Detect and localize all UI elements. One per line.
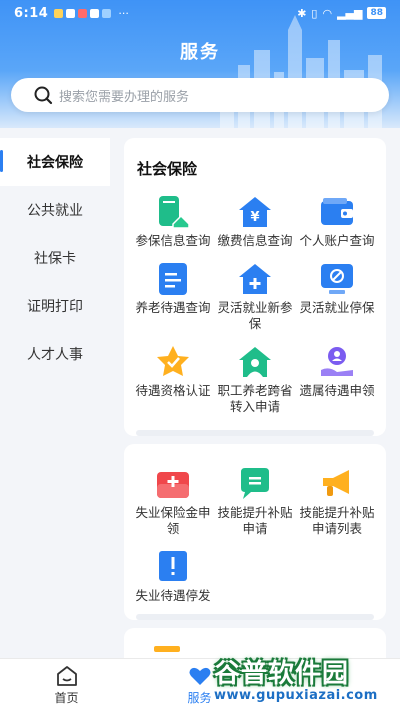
section-divider [136, 614, 374, 620]
service-tile-eligibility-cert[interactable]: 待遇资格认证 [132, 344, 214, 415]
app-notification-icon [54, 8, 64, 18]
service-grid: 参保信息查询 ¥ 缴费信息查询 个人账户查询 养老待遇查询 灵活就业新参保 灵活… [132, 194, 378, 415]
megaphone-icon [317, 466, 357, 502]
nav-label: 服务 [187, 690, 212, 705]
status-time: 6:14 [14, 5, 49, 21]
notification-icons: ··· [54, 7, 129, 20]
service-label: 失业待遇停发 [135, 588, 211, 603]
service-tile-skill-subsidy-list[interactable]: 技能提升补贴申请列表 [296, 466, 378, 537]
system-status-icons: ✱ ▯ ◠ ▂▄▆ 88 [297, 7, 386, 20]
service-tile-flexible-stop[interactable]: 灵活就业停保 [296, 261, 378, 332]
service-card: 社会保险 参保信息查询 ¥ 缴费信息查询 个人账户查询 养老待遇查询 灵活就业新… [124, 138, 386, 436]
chat-bubble-icon [235, 466, 275, 502]
service-label: 技能提升补贴申请列表 [299, 505, 375, 536]
sidebar-item-label: 证明打印 [27, 299, 83, 315]
sidebar-item-label: 公共就业 [27, 203, 83, 219]
service-grid: 失业保险金申领 技能提升补贴申请 技能提升补贴申请列表 失业待遇停发 [132, 466, 378, 604]
sidebar-item-public-employment[interactable]: 公共就业 [0, 186, 110, 234]
star-badge-icon [153, 344, 193, 380]
page-title: 服务 [180, 42, 220, 63]
service-label: 养老待遇查询 [135, 300, 211, 315]
search-icon [34, 86, 53, 105]
battery-icon: 88 [367, 7, 386, 19]
signal-icon: ▂▄▆ [337, 6, 363, 20]
section-divider [136, 430, 374, 436]
service-tile-unemployment-stop[interactable]: 失业待遇停发 [132, 549, 214, 604]
service-label: 灵活就业停保 [299, 300, 375, 315]
category-sidebar: 社会保险 公共就业 社保卡 证明打印 人才人事 [0, 128, 110, 658]
app-notification-icon [78, 8, 88, 18]
app-notification-icon [66, 8, 76, 18]
service-label: 参保信息查询 [135, 233, 211, 248]
nav-home[interactable]: 首页 [0, 659, 133, 711]
heart-icon [189, 667, 210, 685]
service-tile-payment-info[interactable]: ¥ 缴费信息查询 [214, 194, 296, 249]
service-tile-personal-account[interactable]: 个人账户查询 [296, 194, 378, 249]
service-tile-insurance-info[interactable]: 参保信息查询 [132, 194, 214, 249]
sidebar-item-label: 社保卡 [34, 251, 76, 267]
wallet-icon [317, 194, 357, 230]
svg-text:¥: ¥ [250, 210, 259, 225]
service-tile-cross-province-transfer[interactable]: 职工养老跨省转入申请 [214, 344, 296, 415]
search-placeholder: 搜索您需要办理的服务 [59, 89, 190, 105]
service-label: 遗属待遇申领 [299, 383, 375, 398]
bottom-navigation: 首页 服务 [0, 658, 400, 711]
sidebar-item-talent-personnel[interactable]: 人才人事 [0, 330, 110, 378]
nav-service[interactable]: 服务 [133, 659, 266, 711]
sidebar-item-social-security-card[interactable]: 社保卡 [0, 234, 110, 282]
sidebar-item-certificate-print[interactable]: 证明打印 [0, 282, 110, 330]
partial-service-icon [154, 646, 180, 652]
status-bar: 6:14 ··· ✱ ▯ ◠ ▂▄▆ 88 [0, 0, 400, 26]
more-notifications: ··· [118, 6, 129, 20]
sidebar-item-label: 人才人事 [27, 347, 83, 363]
service-label: 灵活就业新参保 [217, 300, 293, 331]
stop-screen-icon [317, 261, 357, 297]
service-label: 技能提升补贴申请 [217, 505, 293, 536]
notice-alert-icon [153, 549, 193, 585]
service-tile-survivor-benefit[interactable]: 遗属待遇申领 [296, 344, 378, 415]
bluetooth-icon: ✱ [297, 6, 307, 20]
wifi-icon: ◠ [322, 6, 333, 20]
yuan-house-icon: ¥ [235, 194, 275, 230]
app-notification-icon [90, 8, 100, 18]
section-title: 社会保险 [137, 160, 198, 178]
service-label: 待遇资格认证 [135, 383, 211, 398]
service-label: 个人账户查询 [299, 233, 375, 248]
house-plus-icon [235, 261, 275, 297]
briefcase-plus-icon [153, 466, 193, 502]
service-tile-skill-subsidy-apply[interactable]: 技能提升补贴申请 [214, 466, 296, 537]
home-icon [56, 665, 77, 686]
sidebar-item-label: 社会保险 [27, 155, 83, 171]
service-card: 失业保险金申领 技能提升补贴申请 技能提升补贴申请列表 失业待遇停发 [124, 444, 386, 620]
document-list-icon [153, 261, 193, 297]
person-house-icon [235, 344, 275, 380]
sidebar-item-social-insurance[interactable]: 社会保险 [0, 138, 110, 186]
hand-person-icon [317, 344, 357, 380]
service-content: 社会保险 参保信息查询 ¥ 缴费信息查询 个人账户查询 养老待遇查询 灵活就业新… [124, 138, 386, 668]
service-tile-unemployment-claim[interactable]: 失业保险金申领 [132, 466, 214, 537]
nav-label: 首页 [54, 690, 79, 705]
service-tile-pension-query[interactable]: 养老待遇查询 [132, 261, 214, 332]
phone-home-icon [153, 194, 193, 230]
app-notification-icon [102, 8, 112, 18]
service-tile-flexible-enroll[interactable]: 灵活就业新参保 [214, 261, 296, 332]
search-bar[interactable]: 搜索您需要办理的服务 [11, 78, 389, 112]
nav-mine[interactable] [266, 659, 399, 711]
service-label: 缴费信息查询 [217, 233, 293, 248]
service-label: 失业保险金申领 [135, 505, 211, 536]
service-label: 职工养老跨省转入申请 [217, 383, 293, 414]
vibrate-icon: ▯ [311, 6, 318, 20]
